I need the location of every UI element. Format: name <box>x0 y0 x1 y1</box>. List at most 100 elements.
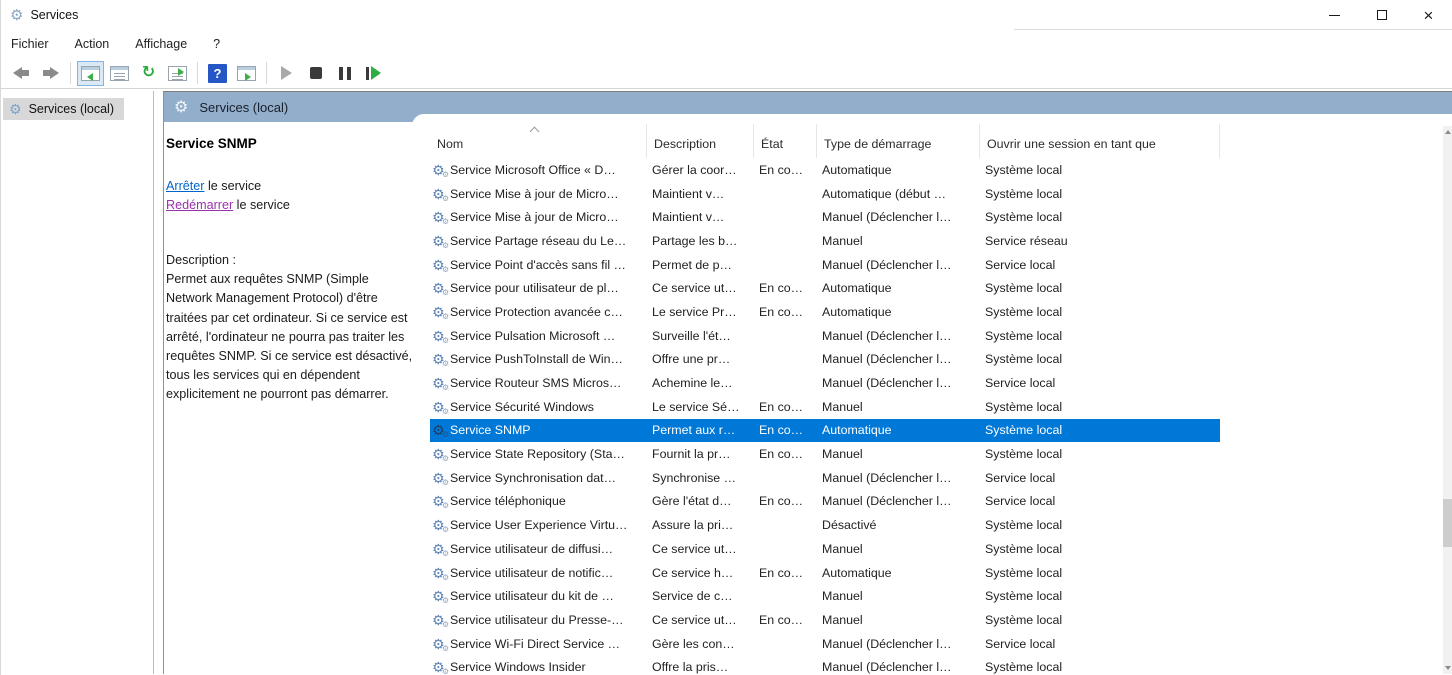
cell-nom: ⚙Service Point d'accès sans fil … <box>430 258 647 272</box>
panel-body: Service SNMP Arrêter le service Redémarr… <box>164 122 1452 674</box>
minimize-button[interactable] <box>1311 0 1358 30</box>
service-row[interactable]: ⚙Service State Repository (Sta…Fournit l… <box>430 442 1220 466</box>
menu-item-action[interactable]: Action <box>75 33 110 55</box>
maximize-icon <box>1377 10 1387 20</box>
service-row[interactable]: ⚙Service PushToInstall de Win…Offre une … <box>430 348 1220 372</box>
cell-session: Système local <box>980 566 1220 580</box>
cell-nom: ⚙Service utilisateur du kit de … <box>430 589 647 603</box>
service-row-selected[interactable]: ⚙Service SNMPPermet aux r…En co…Automati… <box>430 419 1220 443</box>
start-service-button[interactable] <box>273 61 300 86</box>
pause-service-button[interactable] <box>331 61 358 86</box>
column-header-5[interactable]: Ouvrir une session en tant que <box>980 124 1220 158</box>
cell-description: Achemine le… <box>647 376 754 390</box>
cell-etat: En co… <box>754 447 817 461</box>
column-header-3[interactable]: État <box>754 124 817 158</box>
stop-service-suffix: le service <box>205 179 262 193</box>
service-name-text: Service Mise à jour de Micro… <box>450 187 619 201</box>
service-row[interactable]: ⚙Service Sécurité WindowsLe service Sé…E… <box>430 395 1220 419</box>
service-row[interactable]: ⚙Service Point d'accès sans fil …Permet … <box>430 253 1220 277</box>
close-button[interactable]: × <box>1405 0 1452 30</box>
cell-type: Désactivé <box>817 518 980 532</box>
services-rows: ⚙Service Microsoft Office « D…Gérer la c… <box>430 158 1220 674</box>
stop-service-line: Arrêter le service <box>166 177 408 196</box>
menu-item-?[interactable]: ? <box>213 33 220 55</box>
cell-nom: ⚙Service Pulsation Microsoft … <box>430 329 647 343</box>
vertical-scrollbar[interactable] <box>1443 126 1452 674</box>
cell-type: Automatique <box>817 566 980 580</box>
services-gear-icon: ⚙ <box>9 101 22 118</box>
toolbar-separator <box>70 62 71 84</box>
service-row[interactable]: ⚙Service Mise à jour de Micro…Maintient … <box>430 205 1220 229</box>
column-header-4[interactable]: Type de démarrage <box>817 124 980 158</box>
cell-nom: ⚙Service utilisateur de diffusi… <box>430 542 647 556</box>
service-row[interactable]: ⚙Service Partage réseau du Le…Partage le… <box>430 229 1220 253</box>
cell-nom: ⚙Service Sécurité Windows <box>430 400 647 414</box>
pane-splitter[interactable] <box>153 91 163 674</box>
menu-item-fichier[interactable]: Fichier <box>11 33 49 55</box>
extended-view-icon <box>237 66 256 81</box>
maximize-button[interactable] <box>1358 0 1405 30</box>
service-action-links: Arrêter le service Redémarrer le service <box>166 177 408 215</box>
service-row[interactable]: ⚙Service Microsoft Office « D…Gérer la c… <box>430 158 1220 182</box>
extended-view-button[interactable] <box>233 61 260 86</box>
cell-type: Manuel (Déclencher l… <box>817 637 980 651</box>
service-gear-icon: ⚙ <box>432 660 450 674</box>
service-row[interactable]: ⚙Service Pulsation Microsoft …Surveille … <box>430 324 1220 348</box>
toggle-console-tree-button[interactable] <box>77 61 104 86</box>
service-name-text: Service utilisateur de diffusi… <box>450 542 613 556</box>
cell-type: Automatique (début … <box>817 187 980 201</box>
tree-item-services-local[interactable]: ⚙ Services (local) <box>3 98 124 120</box>
service-detail-pane: Service SNMP Arrêter le service Redémarr… <box>164 122 412 674</box>
scroll-up-icon <box>1445 130 1451 134</box>
cell-description: Service de c… <box>647 589 754 603</box>
service-row[interactable]: ⚙Service utilisateur de notific…Ce servi… <box>430 561 1220 585</box>
column-header-2[interactable]: Description <box>647 124 754 158</box>
service-gear-icon: ⚙ <box>432 376 450 390</box>
service-row[interactable]: ⚙Service Protection avancée c…Le service… <box>430 300 1220 324</box>
service-row[interactable]: ⚙Service User Experience Virtu…Assure la… <box>430 513 1220 537</box>
back-button[interactable] <box>8 61 35 86</box>
menu-item-affichage[interactable]: Affichage <box>135 33 187 55</box>
cell-session: Système local <box>980 163 1220 177</box>
service-gear-icon: ⚙ <box>432 352 450 366</box>
cell-session: Système local <box>980 447 1220 461</box>
service-row[interactable]: ⚙Service Synchronisation dat…Synchronise… <box>430 466 1220 490</box>
service-row[interactable]: ⚙Service Windows InsiderOffre la pris…Ma… <box>430 655 1220 674</box>
restart-service-link[interactable]: Redémarrer <box>166 198 233 212</box>
service-gear-icon: ⚙ <box>432 187 450 201</box>
service-row[interactable]: ⚙Service téléphoniqueGère l'état d…En co… <box>430 490 1220 514</box>
forward-button[interactable] <box>37 61 64 86</box>
restart-service-button[interactable] <box>360 61 387 86</box>
toolbar-separator <box>266 62 267 84</box>
refresh-button[interactable]: ↻ <box>135 61 162 86</box>
cell-type: Automatique <box>817 305 980 319</box>
cell-description: Ce service ut… <box>647 281 754 295</box>
scroll-down-icon <box>1445 666 1451 670</box>
service-row[interactable]: ⚙Service pour utilisateur de pl…Ce servi… <box>430 276 1220 300</box>
service-gear-icon: ⚙ <box>432 613 450 627</box>
cell-nom: ⚙Service Synchronisation dat… <box>430 471 647 485</box>
export-list-button[interactable] <box>164 61 191 86</box>
cell-description: Offre une pr… <box>647 352 754 366</box>
sort-ascending-icon <box>531 126 539 134</box>
stop-service-button[interactable] <box>302 61 329 86</box>
cell-description: Maintient v… <box>647 210 754 224</box>
toggle-console-tree-icon <box>81 66 100 81</box>
cell-type: Manuel <box>817 613 980 627</box>
scrollbar-thumb[interactable] <box>1443 499 1452 547</box>
cell-description: Ce service ut… <box>647 542 754 556</box>
services-panel: ⚙ Services (local) Service SNMP Arrêter … <box>163 91 1452 674</box>
service-name-text: Service utilisateur du kit de … <box>450 589 614 603</box>
service-row[interactable]: ⚙Service utilisateur du Presse-…Ce servi… <box>430 608 1220 632</box>
service-row[interactable]: ⚙Service utilisateur de diffusi…Ce servi… <box>430 537 1220 561</box>
service-row[interactable]: ⚙Service Routeur SMS Micros…Achemine le…… <box>430 371 1220 395</box>
help-button[interactable]: ? <box>204 61 231 86</box>
properties-button[interactable] <box>106 61 133 86</box>
service-row[interactable]: ⚙Service utilisateur du kit de …Service … <box>430 584 1220 608</box>
service-gear-icon: ⚙ <box>432 258 450 272</box>
stop-service-link[interactable]: Arrêter <box>166 179 205 193</box>
export-list-icon <box>168 66 187 81</box>
service-row[interactable]: ⚙Service Mise à jour de Micro…Maintient … <box>430 182 1220 206</box>
service-row[interactable]: ⚙Service Wi-Fi Direct Service …Gère les … <box>430 632 1220 656</box>
cell-nom: ⚙Service pour utilisateur de pl… <box>430 281 647 295</box>
